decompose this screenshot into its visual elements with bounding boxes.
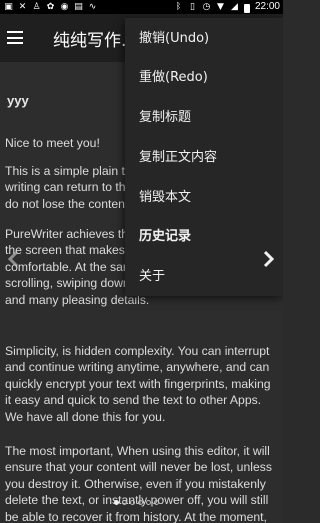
- status-bar: ▣ ✕ ♙ ✿ ◉ ▤ ∿ ᛒ ▯ ◷ ▼ ◢ 22:00: [0, 0, 283, 14]
- menu-item-history[interactable]: 历史记录: [125, 217, 283, 257]
- overflow-menu: 撤销(Undo) 重做(Redo) 复制标题 复制正文内容 销毁本文 历史记录 …: [125, 18, 283, 296]
- alarm-icon: ◷: [202, 2, 211, 12]
- bluetooth-icon: ᛒ: [175, 2, 182, 12]
- status-bar-system: ᛒ ▯ ◷ ▼ ◢ 22:00: [174, 0, 280, 14]
- menu-item-redo[interactable]: 重做(Redo): [125, 58, 283, 98]
- menu-item-undo[interactable]: 撤销(Undo): [125, 19, 283, 59]
- status-bar-notifications: ▣ ✕ ♙ ✿ ◉ ▤ ∿: [4, 0, 97, 14]
- page-dot: [138, 499, 143, 505]
- menu-item-destroy[interactable]: 销毁本文: [125, 178, 283, 218]
- notification-icon: ✿: [46, 2, 55, 12]
- previous-page-arrow-icon[interactable]: [6, 250, 20, 268]
- signal-icon: ◢: [231, 2, 238, 12]
- document-title[interactable]: yyy: [7, 93, 29, 109]
- battery-icon: [243, 3, 250, 13]
- status-time: 22:00: [254, 1, 280, 12]
- notification-icon: ▣: [4, 2, 13, 12]
- vibrate-icon: ▯: [189, 2, 195, 12]
- activity-icon: ∿: [88, 2, 97, 12]
- page-dot: [146, 499, 151, 505]
- next-page-arrow-icon[interactable]: [262, 250, 276, 268]
- document-paragraph[interactable]: Simplicity, is hidden complexity. You ca…: [5, 343, 279, 425]
- document-paragraph[interactable]: The most important, When using this edit…: [5, 443, 279, 523]
- page-dot: [114, 499, 119, 505]
- hamburger-icon[interactable]: [7, 31, 23, 44]
- app-screen: ▣ ✕ ♙ ✿ ◉ ▤ ∿ ᛒ ▯ ◷ ▼ ◢ 22:00 纯纯写作. yyy …: [0, 0, 283, 523]
- page-dot: [130, 499, 135, 505]
- notification-icon: ♙: [32, 2, 41, 12]
- menu-item-copy-title[interactable]: 复制标题: [125, 98, 283, 138]
- page-dot: [122, 499, 127, 505]
- notification-icon: ◉: [60, 2, 69, 12]
- notification-icon: ✕: [18, 2, 27, 12]
- menu-item-copy-body[interactable]: 复制正文内容: [125, 138, 283, 178]
- app-title: 纯纯写作.: [53, 31, 127, 51]
- page-dot: [154, 499, 159, 505]
- menu-item-about[interactable]: 关于: [125, 257, 283, 297]
- notification-icon: ▤: [74, 2, 83, 12]
- page-indicator: [114, 498, 178, 506]
- wifi-icon: ▼: [217, 2, 224, 12]
